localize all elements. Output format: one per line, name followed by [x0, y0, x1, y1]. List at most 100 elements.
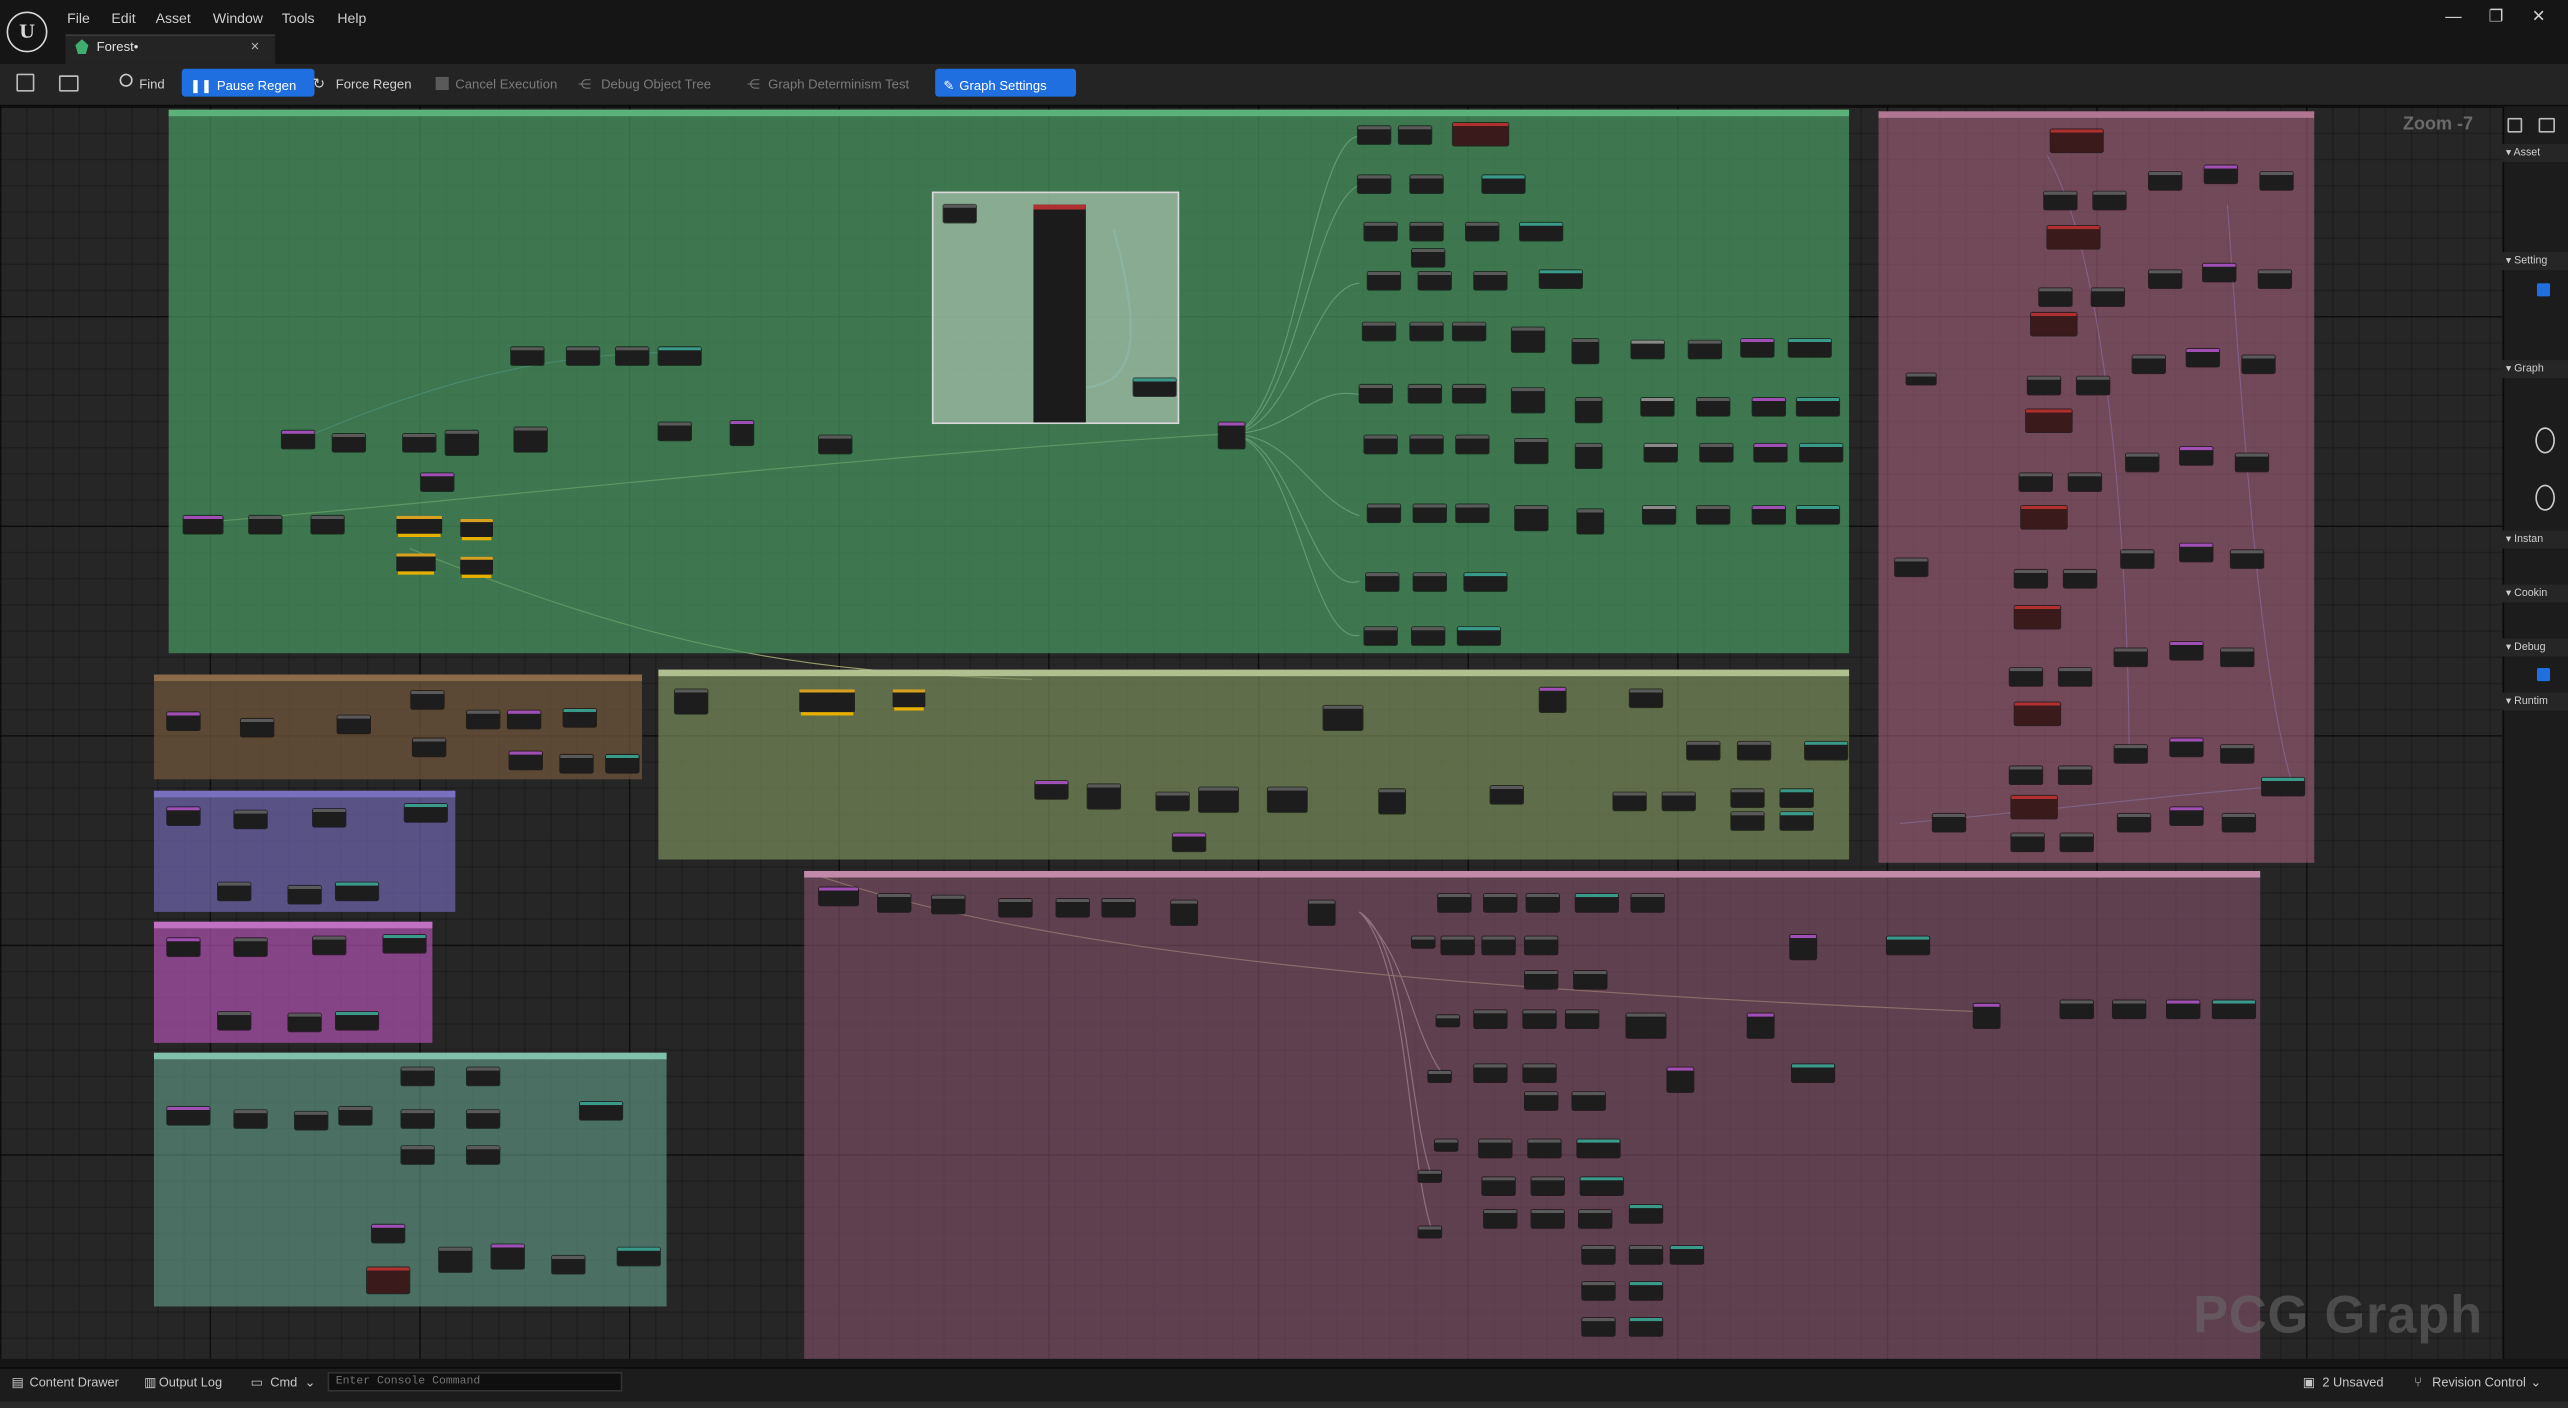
graph-node[interactable] — [1631, 340, 1665, 359]
graph-node[interactable] — [1323, 705, 1363, 731]
graph-node[interactable] — [2047, 225, 2100, 249]
graph-node[interactable] — [401, 1146, 435, 1165]
graph-node[interactable] — [1731, 812, 1764, 831]
comment-box-teal[interactable] — [153, 1052, 667, 1307]
graph-node[interactable] — [1524, 970, 1558, 989]
checkbox-checked[interactable] — [2536, 283, 2551, 297]
graph-node[interactable] — [1582, 1245, 1615, 1264]
graph-node[interactable] — [312, 936, 346, 955]
graph-node[interactable] — [2014, 569, 2048, 588]
graph-node[interactable] — [2114, 648, 2148, 667]
graph-node[interactable] — [1441, 936, 1475, 955]
graph-node[interactable] — [460, 556, 493, 575]
graph-node[interactable] — [1133, 378, 1176, 397]
graph-node[interactable] — [1737, 741, 1771, 760]
graph-node[interactable] — [2112, 1000, 2146, 1019]
graph-node[interactable] — [466, 1067, 500, 1086]
graph-node[interactable] — [674, 689, 708, 714]
graph-node[interactable] — [183, 515, 223, 534]
graph-node[interactable] — [1434, 1139, 1458, 1151]
graph-node[interactable] — [2060, 833, 2094, 852]
graph-node[interactable] — [1418, 1170, 1442, 1183]
graph-node[interactable] — [1796, 505, 1840, 524]
graph-node[interactable] — [560, 754, 593, 773]
graph-node[interactable] — [217, 882, 251, 901]
graph-node[interactable] — [1670, 1245, 1704, 1264]
graph-node[interactable] — [1523, 1064, 1556, 1083]
graph-node[interactable] — [396, 553, 436, 572]
graph-node[interactable] — [335, 882, 379, 901]
graph-node[interactable] — [1696, 397, 1730, 416]
cancel-execution-button[interactable]: Cancel Execution — [455, 74, 557, 95]
graph-node[interactable] — [466, 710, 500, 729]
graph-node[interactable] — [2091, 288, 2125, 307]
graph-node[interactable] — [2242, 355, 2275, 374]
graph-node[interactable] — [1437, 893, 1471, 912]
graph-node[interactable] — [892, 689, 926, 708]
menu-window[interactable]: Window — [213, 10, 263, 26]
revision-control-button[interactable]: Revision Control — [2432, 1375, 2526, 1390]
graph-node[interactable] — [1752, 397, 1786, 416]
graph-node[interactable] — [1573, 970, 1607, 989]
graph-node[interactable] — [999, 898, 1032, 917]
graph-node[interactable] — [1411, 936, 1435, 948]
graph-node[interactable] — [312, 808, 346, 827]
document-tab-close-icon[interactable]: × — [251, 38, 260, 54]
graph-node[interactable] — [1267, 787, 1307, 813]
graph-node[interactable] — [2260, 171, 2293, 190]
graph-node[interactable] — [491, 1244, 525, 1269]
graph-node[interactable] — [1514, 438, 1548, 464]
graph-node[interactable] — [1577, 509, 1604, 534]
graph-node[interactable] — [799, 689, 855, 713]
reset-icon[interactable] — [2535, 484, 2555, 511]
unsaved-count[interactable]: 2 Unsaved — [2322, 1375, 2383, 1390]
browse-asset-icon[interactable] — [58, 75, 79, 92]
graph-node[interactable] — [366, 1267, 410, 1294]
graph-node[interactable] — [1629, 689, 1663, 708]
graph-node[interactable] — [1731, 789, 1764, 808]
graph-node[interactable] — [1457, 627, 1501, 646]
menu-asset[interactable]: Asset — [156, 10, 191, 26]
graph-node[interactable] — [2261, 777, 2305, 796]
graph-node[interactable] — [1410, 175, 1443, 194]
graph-node[interactable] — [1572, 1092, 1606, 1111]
graph-node[interactable] — [1524, 936, 1558, 955]
graph-node[interactable] — [1379, 789, 1406, 814]
graph-node[interactable] — [1696, 505, 1730, 524]
graph-node[interactable] — [877, 893, 911, 912]
graph-node[interactable] — [1519, 222, 1563, 241]
graph-node[interactable] — [1747, 1013, 1774, 1038]
graph-node[interactable] — [1780, 789, 1814, 808]
reset-icon[interactable] — [2535, 427, 2555, 454]
graph-node[interactable] — [551, 1255, 585, 1274]
graph-node[interactable] — [1894, 558, 1928, 577]
graph-node[interactable] — [1452, 322, 1486, 341]
details-section-settings[interactable]: ▾ Setting — [2506, 254, 2547, 266]
graph-node[interactable] — [1629, 1245, 1663, 1264]
graph-node[interactable] — [2220, 648, 2254, 667]
graph-node[interactable] — [1482, 175, 1525, 194]
graph-node[interactable] — [445, 430, 479, 456]
graph-node[interactable] — [1367, 504, 1401, 523]
graph-node[interactable] — [1359, 384, 1393, 403]
graph-node[interactable] — [2050, 129, 2103, 153]
graph-node[interactable] — [1364, 627, 1398, 646]
checkbox-checked[interactable] — [2536, 667, 2551, 682]
graph-node[interactable] — [401, 1110, 435, 1129]
output-log-button[interactable]: Output Log — [159, 1375, 222, 1390]
graph-node[interactable] — [1539, 270, 1583, 289]
force-regen-button[interactable]: Force Regen — [336, 74, 412, 95]
graph-node[interactable] — [1613, 792, 1646, 811]
graph-node[interactable] — [1456, 504, 1489, 523]
graph-node[interactable] — [1514, 505, 1548, 531]
graph-node[interactable] — [1413, 573, 1447, 592]
graph-node[interactable] — [1629, 1204, 1663, 1223]
graph-node[interactable] — [217, 1011, 251, 1030]
graph-node[interactable] — [383, 934, 426, 953]
graph-node[interactable] — [2120, 550, 2154, 569]
graph-node[interactable] — [2027, 376, 2061, 395]
graph-node[interactable] — [1575, 397, 1602, 423]
graph-node[interactable] — [2117, 813, 2151, 832]
large-node[interactable] — [1033, 204, 1086, 423]
details-section-graph[interactable]: ▾ Graph — [2506, 362, 2544, 374]
